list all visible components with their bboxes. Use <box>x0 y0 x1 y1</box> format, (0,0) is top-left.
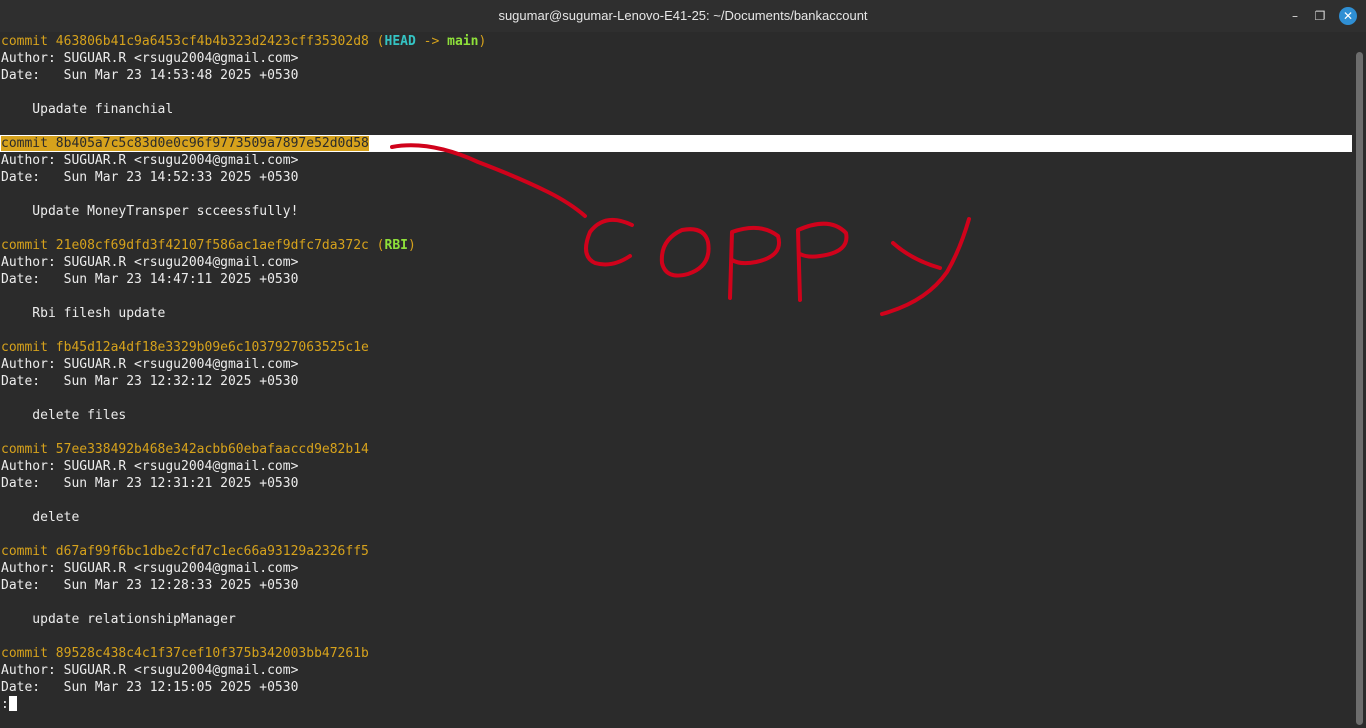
head-ref: HEAD <box>384 34 416 49</box>
window-title: sugumar@sugumar-Lenovo-E41-25: ~/Documen… <box>498 8 868 23</box>
minimize-icon[interactable]: – <box>1286 7 1304 25</box>
close-icon[interactable]: ✕ <box>1339 7 1357 25</box>
terminal-window: sugumar@sugumar-Lenovo-E41-25: ~/Documen… <box>0 0 1366 728</box>
commit-date: Date: Sun Mar 23 12:15:05 2025 +0530 <box>1 680 299 695</box>
commit-author: Author: SUGUAR.R <rsugu2004@gmail.com> <box>1 663 299 678</box>
commit-hash: commit d67af99f6bc1dbe2cfd7c1ec66a93129a… <box>1 544 369 559</box>
commit-author: Author: SUGUAR.R <rsugu2004@gmail.com> <box>1 51 299 66</box>
commit-message: update relationshipManager <box>1 612 236 627</box>
commit-author: Author: SUGUAR.R <rsugu2004@gmail.com> <box>1 357 299 372</box>
commit-hash: commit 21e08cf69dfd3f42107f586ac1aef9dfc… <box>1 238 369 253</box>
commit-message: Upadate financhial <box>1 102 174 117</box>
pager-prompt[interactable]: : <box>1 696 17 713</box>
commit-author: Author: SUGUAR.R <rsugu2004@gmail.com> <box>1 255 299 270</box>
commit-date: Date: Sun Mar 23 14:52:33 2025 +0530 <box>1 170 299 185</box>
text-cursor <box>8 696 17 711</box>
commit-date: Date: Sun Mar 23 12:32:12 2025 +0530 <box>1 374 299 389</box>
ref-paren-open: ( <box>368 34 385 49</box>
commit-author: Author: SUGUAR.R <rsugu2004@gmail.com> <box>1 153 299 168</box>
commit-hash: commit fb45d12a4df18e3329b09e6c103792706… <box>1 340 369 355</box>
commit-date: Date: Sun Mar 23 14:47:11 2025 +0530 <box>1 272 299 287</box>
ref-paren-close: ) <box>408 238 416 253</box>
commit-date: Date: Sun Mar 23 12:28:33 2025 +0530 <box>1 578 299 593</box>
ref-paren-open: ( <box>368 238 385 253</box>
commit-message: delete files <box>1 408 127 423</box>
commit-hash: commit 89528c438c4c1f37cef10f375b342003b… <box>1 646 369 661</box>
commit-date: Date: Sun Mar 23 12:31:21 2025 +0530 <box>1 476 299 491</box>
branch-ref-rbi: RBI <box>384 238 408 253</box>
pager-prompt-text: : <box>1 697 9 712</box>
commit-hash: commit 463806b41c9a6453cf4b4b323d2423cff… <box>1 34 369 49</box>
commit-hash-line: commit 21e08cf69dfd3f42107f586ac1aef9dfc… <box>1 237 416 254</box>
commit-message: Rbi filesh update <box>1 306 166 321</box>
commit-hash-line: commit 8b405a7c5c83d0e0c96f9773509a7897e… <box>1 135 369 152</box>
commit-author: Author: SUGUAR.R <rsugu2004@gmail.com> <box>1 561 299 576</box>
commit-message: Update MoneyTransper scceessfully! <box>1 204 299 219</box>
commit-hash: commit 57ee338492b468e342acbb60ebafaaccd… <box>1 442 369 457</box>
commit-date: Date: Sun Mar 23 14:53:48 2025 +0530 <box>1 68 299 83</box>
commit-hash-selected[interactable]: commit 8b405a7c5c83d0e0c96f9773509a7897e… <box>1 136 369 151</box>
commit-author: Author: SUGUAR.R <rsugu2004@gmail.com> <box>1 459 299 474</box>
ref-arrow: -> <box>415 34 448 49</box>
scrollbar[interactable] <box>1356 52 1363 725</box>
maximize-icon[interactable]: ❐ <box>1311 7 1329 25</box>
commit-message: delete <box>1 510 80 525</box>
ref-paren-close: ) <box>478 34 487 49</box>
branch-ref-main: main <box>447 34 479 49</box>
commit-hash-line: commit 463806b41c9a6453cf4b4b323d2423cff… <box>1 33 486 50</box>
terminal-output[interactable]: commit 463806b41c9a6453cf4b4b323d2423cff… <box>0 33 1352 728</box>
title-bar[interactable]: sugumar@sugumar-Lenovo-E41-25: ~/Documen… <box>0 0 1366 32</box>
